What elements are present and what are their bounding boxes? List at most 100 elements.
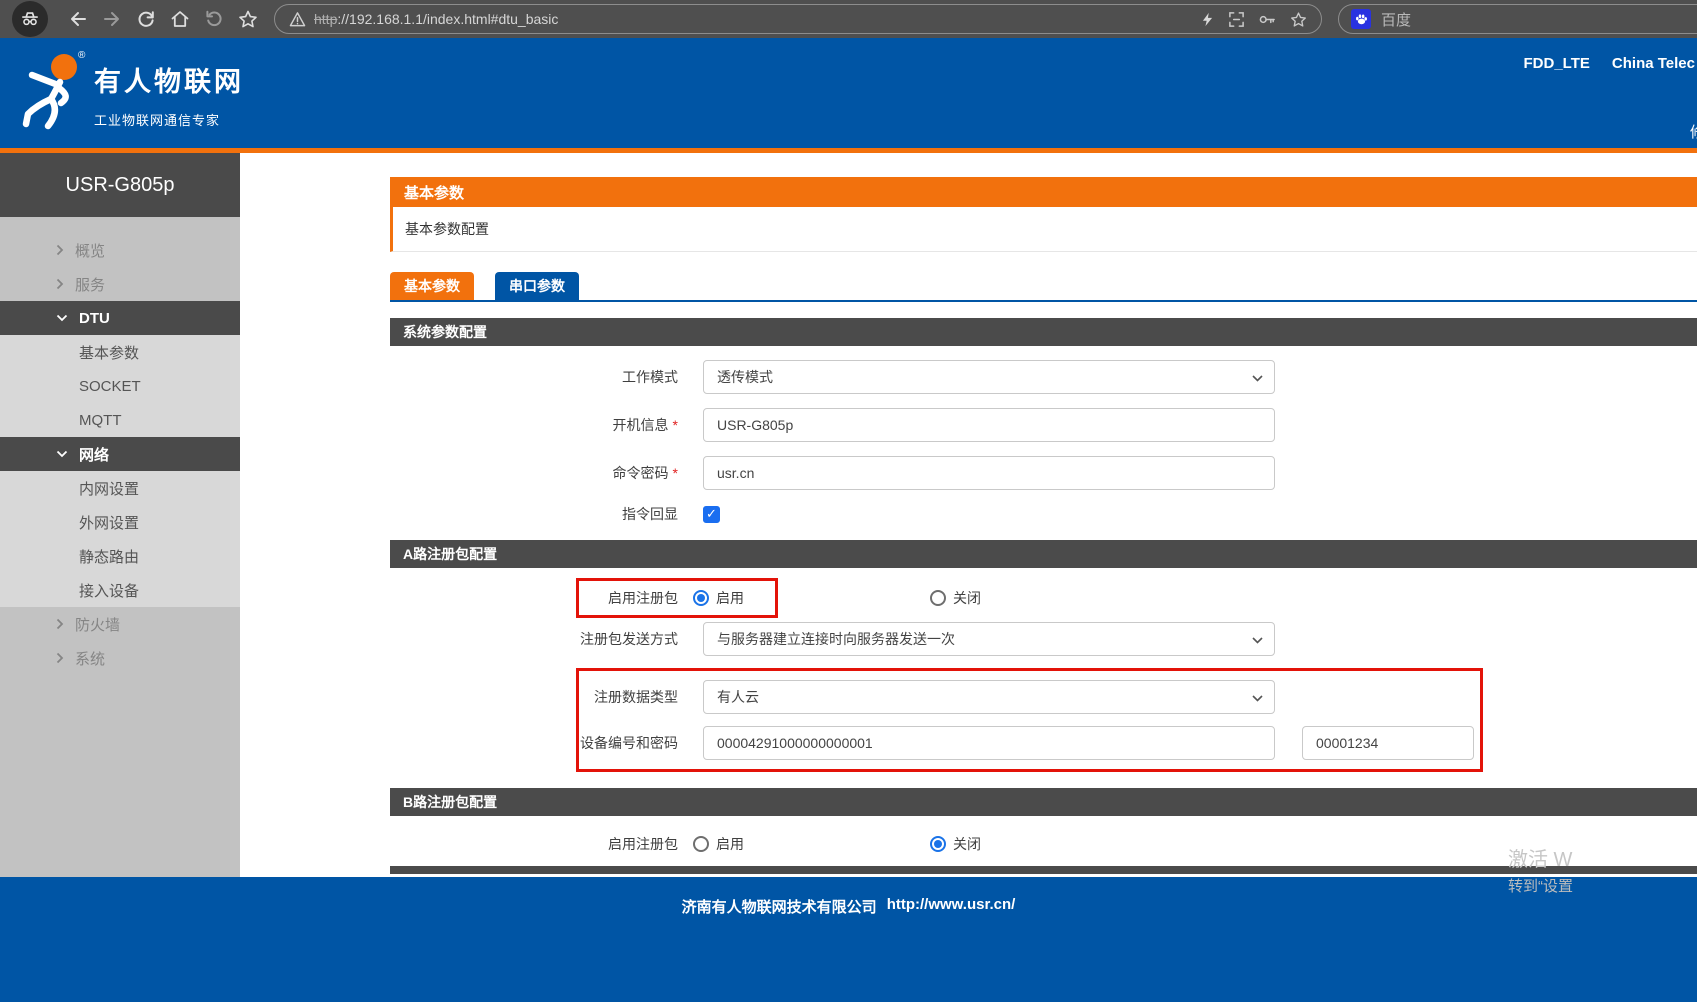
row-enable-reg-a: 启用注册包 启用 关闭 — [390, 588, 1697, 608]
highlighted-group: 注册数据类型 有人云 设备编号和密码 — [390, 668, 1697, 772]
sidebar-item-network[interactable]: 网络 — [0, 437, 240, 471]
radio-icon — [930, 836, 946, 852]
row-cmd-password: 命令密码* — [390, 456, 1697, 490]
sidebar-item-services[interactable]: 服务 — [0, 267, 240, 301]
work-mode-select[interactable]: 透传模式 — [703, 360, 1275, 394]
undo-icon[interactable] — [204, 9, 224, 29]
row-enable-reg-b: 启用注册包 启用 关闭 — [390, 834, 1697, 854]
carrier-label: China Telec — [1612, 55, 1695, 72]
radio-icon — [693, 590, 709, 606]
brand-slogan: 工业物联网通信专家 — [94, 110, 244, 129]
section-reg-packet-a: A路注册包配置 — [390, 540, 1697, 568]
device-id-input[interactable] — [703, 726, 1275, 760]
chevron-right-icon — [56, 244, 64, 256]
section-reg-packet-b: B路注册包配置 — [390, 788, 1697, 816]
enable-reg-b-label: 启用注册包 — [390, 834, 678, 854]
lightning-icon[interactable] — [1200, 11, 1215, 28]
chevron-down-icon — [1252, 637, 1263, 644]
cmd-echo-checkbox[interactable] — [703, 506, 720, 523]
back-icon[interactable] — [68, 9, 88, 29]
row-work-mode: 工作模式 透传模式 — [390, 360, 1697, 394]
footer-website[interactable]: http://www.usr.cn/ — [887, 896, 1016, 1002]
sidebar-item-socket[interactable]: SOCKET — [0, 369, 240, 403]
sidebar-item-system[interactable]: 系统 — [0, 641, 240, 675]
chevron-right-icon — [56, 278, 64, 290]
main-content: 基本参数 基本参数配置 基本参数 串口参数 系统参数配置 工作模式 透传模式 开… — [240, 153, 1697, 877]
row-send-mode: 注册包发送方式 与服务器建立连接时向服务器发送一次 — [390, 622, 1697, 656]
chevron-down-icon — [1252, 695, 1263, 702]
key-icon[interactable] — [1258, 11, 1277, 28]
radio-icon — [930, 590, 946, 606]
device-model: USR-G805p — [0, 153, 240, 217]
url-rest: ://192.168.1.1/index.html#dtu_basic — [337, 11, 558, 27]
tab-basic-params[interactable]: 基本参数 — [390, 272, 474, 300]
data-type-select[interactable]: 有人云 — [703, 680, 1275, 714]
radio-enable-b-off[interactable]: 关闭 — [930, 834, 981, 854]
boot-info-input[interactable] — [703, 408, 1275, 442]
cmd-password-input[interactable] — [703, 456, 1275, 490]
chevron-right-icon — [56, 618, 64, 630]
sidebar-item-lan-settings[interactable]: 内网设置 — [0, 471, 240, 505]
star-icon[interactable] — [1290, 11, 1307, 28]
section-system-params: 系统参数配置 — [390, 318, 1697, 346]
device-password-input[interactable] — [1302, 726, 1474, 760]
sidebar-item-wan-settings[interactable]: 外网设置 — [0, 505, 240, 539]
brand-block: 有人物联网 工业物联网通信专家 — [94, 60, 244, 129]
sidebar-item-firewall[interactable]: 防火墙 — [0, 607, 240, 641]
reload-icon[interactable] — [136, 9, 156, 29]
tab-bar: 基本参数 串口参数 — [390, 272, 1697, 302]
tab-serial-params[interactable]: 串口参数 — [495, 272, 579, 300]
cmd-echo-label: 指令回显 — [390, 504, 678, 524]
browser-toolbar: http://192.168.1.1/index.html#dtu_basic — [0, 0, 1697, 38]
sidebar-item-mqtt[interactable]: MQTT — [0, 403, 240, 437]
enable-reg-a-label: 启用注册包 — [390, 588, 678, 608]
incognito-badge — [12, 1, 48, 37]
row-boot-info: 开机信息* — [390, 408, 1697, 442]
clipped-next-section-bar — [390, 866, 1697, 874]
home-icon[interactable] — [170, 9, 190, 29]
page-subtitle: 基本参数配置 — [390, 207, 1697, 252]
brand-title: 有人物联网 — [94, 60, 244, 99]
page-title: 基本参数 — [390, 177, 1697, 207]
radio-enable-a-off[interactable]: 关闭 — [930, 588, 981, 608]
send-mode-label: 注册包发送方式 — [390, 629, 678, 649]
work-mode-label: 工作模式 — [390, 367, 678, 387]
app-header: ® 有人物联网 工业物联网通信专家 FDD_LTE China Telec 修 — [0, 38, 1697, 148]
chevron-down-icon — [56, 450, 68, 458]
not-secure-warning-icon[interactable] — [289, 11, 306, 28]
page-footer: 济南有人物联网技术有限公司 http://www.usr.cn/ — [0, 877, 1697, 1002]
sidebar-item-basic-params[interactable]: 基本参数 — [0, 335, 240, 369]
url-text: http://192.168.1.1/index.html#dtu_basic — [314, 11, 558, 27]
search-box[interactable]: 百度 — [1338, 4, 1697, 34]
search-engine-label: 百度 — [1381, 9, 1411, 30]
modify-password-link[interactable]: 修 — [1690, 121, 1697, 142]
svg-text:®: ® — [78, 50, 86, 61]
chevron-down-icon — [1252, 375, 1263, 382]
sidebar-item-static-route[interactable]: 静态路由 — [0, 539, 240, 573]
boot-info-label: 开机信息* — [390, 415, 678, 435]
radio-icon — [693, 836, 709, 852]
device-id-label: 设备编号和密码 — [390, 733, 678, 753]
url-scheme: http — [314, 11, 337, 27]
sidebar-item-dtu[interactable]: DTU — [0, 301, 240, 335]
network-type-label: FDD_LTE — [1524, 55, 1590, 72]
scan-frame-icon[interactable] — [1228, 11, 1245, 28]
sidebar-item-access-devices[interactable]: 接入设备 — [0, 573, 240, 607]
row-data-type: 注册数据类型 有人云 — [390, 680, 1697, 714]
chevron-down-icon — [56, 314, 68, 322]
data-type-label: 注册数据类型 — [390, 687, 678, 707]
radio-enable-b-on[interactable]: 启用 — [693, 834, 744, 854]
incognito-icon — [19, 8, 41, 30]
usr-logo-icon: ® — [18, 48, 90, 136]
baidu-paw-icon — [1351, 9, 1371, 29]
bookmark-star-icon[interactable] — [238, 9, 258, 29]
row-cmd-echo: 指令回显 — [390, 504, 1697, 524]
sidebar-item-overview[interactable]: 概览 — [0, 233, 240, 267]
cmd-password-label: 命令密码* — [390, 463, 678, 483]
radio-enable-a-on[interactable]: 启用 — [693, 588, 744, 608]
forward-icon[interactable] — [102, 9, 122, 29]
chevron-right-icon — [56, 652, 64, 664]
sidebar: USR-G805p 概览 服务 DTU 基本参数 SOCKET MQTT — [0, 153, 240, 877]
address-bar[interactable]: http://192.168.1.1/index.html#dtu_basic — [274, 4, 1322, 34]
send-mode-select[interactable]: 与服务器建立连接时向服务器发送一次 — [703, 622, 1275, 656]
